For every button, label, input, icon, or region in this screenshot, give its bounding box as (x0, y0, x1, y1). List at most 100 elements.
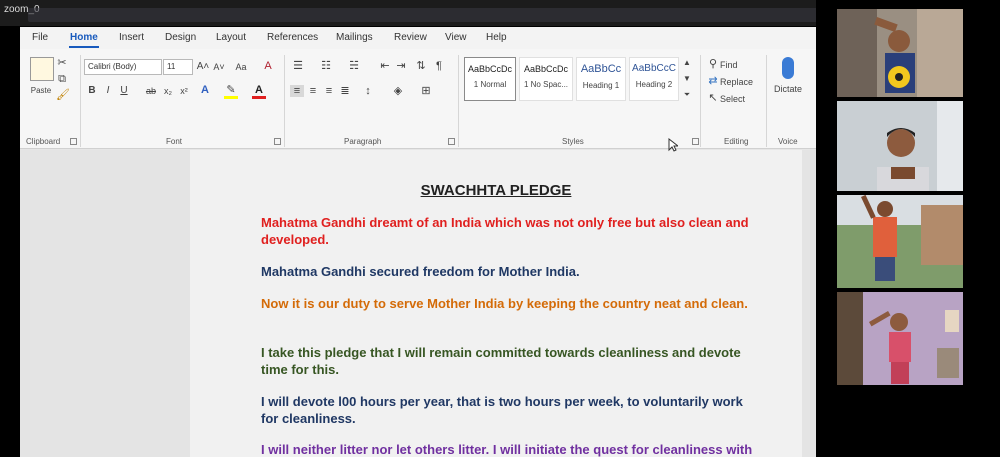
find-button[interactable]: Find (720, 59, 738, 71)
pledge-paragraph: I will neither litter nor let others lit… (261, 442, 753, 457)
ribbon: Paste ✂ ⧉ 🖌 Clipboard Calibri (Body) 11 … (20, 49, 816, 149)
microphone-icon[interactable] (782, 57, 794, 79)
document-title: SWACHHTA PLEDGE (420, 182, 572, 199)
format-painter-icon[interactable]: 🖌 (56, 89, 70, 101)
font-name-value: Calibri (Body) (88, 62, 137, 71)
participant-video-panel (816, 0, 1000, 457)
bullets-icon[interactable]: ☰ (290, 60, 306, 72)
select-button[interactable]: Select (720, 93, 745, 105)
style-heading-1[interactable]: AaBbCc Heading 1 (576, 57, 626, 101)
find-icon: ⚲ (708, 58, 718, 70)
tab-design[interactable]: Design (165, 32, 196, 43)
italic-icon[interactable]: I (102, 85, 114, 97)
tab-file[interactable]: File (32, 32, 48, 43)
dictate-button[interactable]: Dictate (770, 83, 806, 95)
editing-group-label: Editing (724, 137, 749, 146)
clipboard-launcher-icon[interactable] (70, 138, 77, 145)
divider (80, 55, 81, 147)
style-no-spacing[interactable]: AaBbCcDc 1 No Spac... (519, 57, 573, 101)
tab-view[interactable]: View (445, 32, 467, 43)
child-in-room-scene (837, 292, 963, 385)
grow-font-icon[interactable]: A˄ (196, 61, 210, 73)
paste-button[interactable]: Paste (26, 85, 56, 97)
tab-mailings[interactable]: Mailings (336, 32, 373, 43)
style-heading-2[interactable]: AaBbCcC Heading 2 (629, 57, 679, 101)
paragraph-launcher-icon[interactable] (448, 138, 455, 145)
tab-home[interactable]: Home (70, 32, 98, 43)
ribbon-tab-bar: File Home Insert Design Layout Reference… (20, 27, 816, 49)
divider (458, 55, 459, 147)
font-size-value: 11 (167, 62, 176, 71)
copy-icon[interactable]: ⧉ (56, 73, 68, 85)
font-color-icon[interactable]: A (252, 84, 266, 99)
justify-icon[interactable]: ≣ (338, 85, 352, 97)
clear-formatting-icon[interactable]: A (260, 60, 276, 72)
clipboard-group-label: Clipboard (26, 137, 61, 146)
highlight-color-icon[interactable]: ✎ (224, 84, 238, 99)
align-right-icon[interactable]: ≡ (322, 85, 336, 97)
paragraph-group-label: Paragraph (344, 137, 382, 146)
change-case-button[interactable]: Aa (230, 61, 252, 73)
tab-review[interactable]: Review (394, 32, 427, 43)
replace-icon: ⇄ (708, 75, 718, 87)
styles-scroll-down-icon[interactable]: ▼ (682, 73, 692, 85)
align-center-icon[interactable]: ≡ (306, 85, 320, 97)
pledge-paragraph: Now it is our duty to serve Mother India… (261, 296, 748, 311)
divider (284, 55, 285, 147)
tab-help[interactable]: Help (486, 32, 507, 43)
show-formatting-icon[interactable]: ¶ (432, 60, 446, 72)
pledge-paragraph: Mahatma Gandhi dreamt of an India which … (261, 215, 749, 247)
tab-layout[interactable]: Layout (216, 32, 246, 43)
tab-insert[interactable]: Insert (119, 32, 144, 43)
strikethrough-icon[interactable]: ab (144, 85, 158, 97)
bold-icon[interactable]: B (86, 85, 98, 97)
superscript-icon[interactable]: x² (178, 85, 190, 97)
style-sample: AaBbCcDc (467, 64, 512, 74)
replace-button[interactable]: Replace (720, 76, 753, 88)
styles-group-label: Styles (562, 137, 584, 146)
text-effects-icon[interactable]: A (198, 84, 212, 96)
child-outdoors-scene (837, 195, 963, 288)
underline-icon[interactable]: U (118, 85, 130, 97)
pledge-paragraph: Mahatma Gandhi secured freedom for Mothe… (261, 264, 580, 279)
style-name: 1 No Spac... (523, 80, 569, 89)
pledge-paragraph: I take this pledge that I will remain co… (261, 345, 741, 377)
blurred-toolbar (28, 8, 818, 22)
voice-group-label: Voice (778, 137, 798, 146)
font-name-dropdown[interactable]: Calibri (Body) (84, 59, 162, 75)
multilevel-list-icon[interactable]: ☵ (346, 60, 362, 72)
paste-icon[interactable] (30, 57, 54, 81)
style-name: Heading 1 (582, 81, 620, 90)
styles-more-icon[interactable]: ⏷ (682, 89, 692, 101)
font-launcher-icon[interactable] (274, 138, 281, 145)
align-left-icon[interactable]: ≡ (290, 85, 304, 97)
style-sample: AaBbCcC (632, 63, 676, 74)
child-at-desk-scene (877, 101, 963, 191)
select-icon: ↖ (708, 92, 718, 104)
sort-icon[interactable]: ⇅ (414, 60, 428, 72)
mouse-cursor-icon (668, 138, 678, 152)
font-size-dropdown[interactable]: 11 (163, 59, 193, 75)
increase-indent-icon[interactable]: ⇥ (394, 60, 408, 72)
participant-video-tile[interactable] (837, 292, 963, 385)
shrink-font-icon[interactable]: A˅ (212, 61, 226, 73)
styles-launcher-icon[interactable] (692, 138, 699, 145)
numbering-icon[interactable]: ☷ (318, 60, 334, 72)
line-spacing-icon[interactable]: ↕ (360, 85, 376, 97)
shading-icon[interactable]: ◈ (390, 85, 406, 97)
participant-video-tile[interactable] (837, 101, 963, 191)
subscript-icon[interactable]: x₂ (162, 85, 174, 97)
borders-icon[interactable]: ⊞ (418, 85, 434, 97)
cut-icon[interactable]: ✂ (56, 57, 68, 69)
style-normal[interactable]: AaBbCcDc 1 Normal (464, 57, 516, 101)
document-page[interactable]: SWACHHTA PLEDGE Mahatma Gandhi dreamt of… (190, 150, 802, 457)
style-sample: AaBbCc (580, 63, 622, 75)
participant-video-tile[interactable] (837, 195, 963, 288)
font-group-label: Font (166, 137, 183, 146)
decrease-indent-icon[interactable]: ⇤ (378, 60, 392, 72)
style-sample: AaBbCcDc (523, 64, 568, 74)
styles-scroll-up-icon[interactable]: ▲ (682, 57, 692, 69)
tab-references[interactable]: References (267, 32, 318, 43)
participant-video-tile[interactable] (837, 9, 963, 97)
word-window: File Home Insert Design Layout Reference… (20, 27, 816, 457)
